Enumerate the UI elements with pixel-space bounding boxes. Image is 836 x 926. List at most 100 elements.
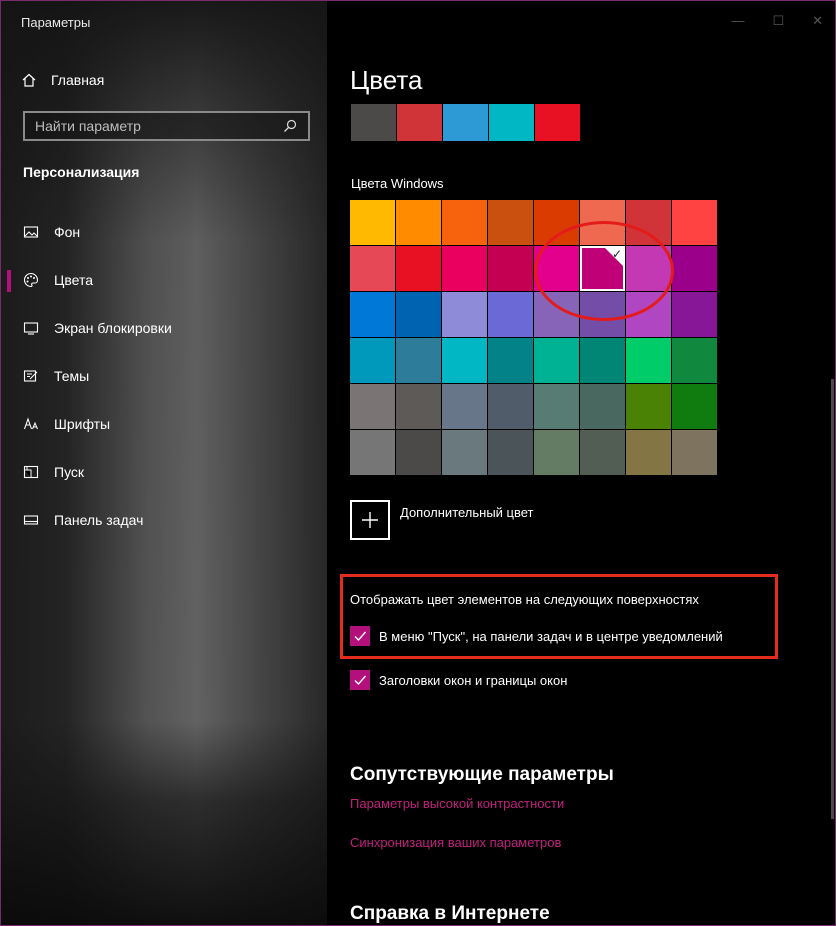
color-swatch[interactable] bbox=[396, 338, 441, 383]
color-swatch[interactable] bbox=[350, 246, 395, 291]
checkbox-titlebars[interactable]: Заголовки окон и границы окон bbox=[350, 670, 567, 690]
plus-icon[interactable] bbox=[350, 500, 390, 540]
close-icon[interactable]: ✕ bbox=[812, 13, 823, 29]
color-swatch[interactable] bbox=[442, 430, 487, 475]
color-swatch[interactable] bbox=[488, 246, 533, 291]
color-swatch[interactable] bbox=[350, 338, 395, 383]
color-swatch[interactable] bbox=[488, 430, 533, 475]
color-swatch[interactable] bbox=[396, 200, 441, 245]
search-icon[interactable] bbox=[282, 118, 298, 134]
fonts-icon bbox=[23, 416, 39, 432]
related-settings-title: Сопутствующие параметры bbox=[350, 764, 614, 785]
checkbox-start-taskbar[interactable]: В меню "Пуск", на панели задач и в центр… bbox=[350, 626, 723, 646]
color-swatch[interactable] bbox=[626, 200, 671, 245]
color-swatch[interactable] bbox=[672, 292, 717, 337]
image-icon bbox=[23, 224, 39, 240]
color-swatch[interactable] bbox=[396, 246, 441, 291]
nav-home[interactable]: Главная bbox=[21, 67, 104, 93]
color-swatch[interactable] bbox=[580, 384, 625, 429]
maximize-icon[interactable]: ☐ bbox=[772, 13, 784, 29]
color-swatch[interactable] bbox=[396, 292, 441, 337]
color-swatch[interactable] bbox=[672, 338, 717, 383]
color-swatch[interactable] bbox=[672, 430, 717, 475]
color-swatch[interactable] bbox=[442, 200, 487, 245]
sidebar-item-label: Фон bbox=[54, 224, 81, 240]
color-swatch[interactable] bbox=[442, 246, 487, 291]
color-swatch[interactable] bbox=[626, 292, 671, 337]
checkbox-start-taskbar-label: В меню "Пуск", на панели задач и в центр… bbox=[379, 628, 723, 644]
color-swatch[interactable] bbox=[350, 292, 395, 337]
checkbox-start-taskbar-box[interactable] bbox=[350, 626, 370, 646]
sidebar-item-themes[interactable]: Темы bbox=[1, 352, 327, 400]
sidebar-item-taskbar[interactable]: Панель задач bbox=[1, 496, 327, 544]
high-contrast-link[interactable]: Параметры высокой контрастности bbox=[350, 796, 564, 811]
sidebar-item-colors[interactable]: Цвета bbox=[1, 256, 327, 304]
color-swatch[interactable] bbox=[488, 200, 533, 245]
checkbox-titlebars-box[interactable] bbox=[350, 670, 370, 690]
color-swatch[interactable] bbox=[350, 430, 395, 475]
recent-color-swatch[interactable] bbox=[443, 104, 488, 141]
color-swatch[interactable] bbox=[580, 292, 625, 337]
color-swatch[interactable] bbox=[580, 338, 625, 383]
content-pane: — ☐ ✕ Цвета Цвета Windows ✓ Дополнительн… bbox=[327, 1, 835, 925]
color-swatch[interactable] bbox=[442, 384, 487, 429]
sidebar-item-label: Шрифты bbox=[54, 416, 111, 432]
color-swatch[interactable] bbox=[626, 338, 671, 383]
palette-icon bbox=[23, 272, 39, 288]
page-title: Цвета bbox=[350, 65, 423, 95]
color-swatch[interactable] bbox=[396, 384, 441, 429]
color-swatch[interactable] bbox=[488, 384, 533, 429]
taskbar-icon bbox=[23, 512, 39, 528]
sidebar-item-label: Панель задач bbox=[54, 512, 144, 528]
sync-settings-link[interactable]: Синхронизация ваших параметров bbox=[350, 835, 561, 850]
color-swatch[interactable] bbox=[442, 292, 487, 337]
scrollbar[interactable] bbox=[831, 379, 834, 819]
color-swatch[interactable] bbox=[672, 246, 717, 291]
nav-home-label: Главная bbox=[51, 72, 105, 88]
color-swatch-selected[interactable]: ✓ bbox=[580, 246, 625, 291]
minimize-icon[interactable]: — bbox=[731, 13, 744, 29]
recent-color-swatch[interactable] bbox=[397, 104, 442, 141]
color-swatch[interactable] bbox=[534, 384, 579, 429]
window-controls: — ☐ ✕ bbox=[731, 13, 823, 29]
search-box[interactable] bbox=[23, 111, 310, 141]
color-swatch[interactable] bbox=[580, 200, 625, 245]
help-title: Справка в Интернете bbox=[350, 903, 550, 924]
start-icon bbox=[23, 464, 39, 480]
color-swatch[interactable] bbox=[672, 384, 717, 429]
color-swatch[interactable] bbox=[488, 338, 533, 383]
custom-color-label: Дополнительный цвет bbox=[400, 505, 534, 520]
color-swatch[interactable] bbox=[488, 292, 533, 337]
color-swatch[interactable] bbox=[350, 384, 395, 429]
color-swatch[interactable] bbox=[626, 384, 671, 429]
recent-colors bbox=[351, 104, 580, 141]
recent-color-swatch[interactable] bbox=[489, 104, 534, 141]
color-swatch[interactable] bbox=[626, 246, 671, 291]
sidebar-item-lock-screen[interactable]: Экран блокировки bbox=[1, 304, 327, 352]
sidebar: Параметры Главная Персонализация Фон bbox=[1, 1, 327, 925]
sidebar-item-fonts[interactable]: Шрифты bbox=[1, 400, 327, 448]
sidebar-item-start[interactable]: Пуск bbox=[1, 448, 327, 496]
recent-color-swatch[interactable] bbox=[351, 104, 396, 141]
color-swatch[interactable] bbox=[580, 430, 625, 475]
color-swatch[interactable] bbox=[534, 338, 579, 383]
color-swatch[interactable] bbox=[534, 246, 579, 291]
nav-list: Фон Цвета Экран блокировки Темы Шрифты П… bbox=[1, 208, 327, 544]
color-swatch[interactable] bbox=[350, 200, 395, 245]
color-swatch[interactable] bbox=[396, 430, 441, 475]
color-swatch[interactable] bbox=[626, 430, 671, 475]
checkbox-titlebars-label: Заголовки окон и границы окон bbox=[379, 672, 568, 688]
color-swatch[interactable] bbox=[442, 338, 487, 383]
annotation-rectangle bbox=[340, 574, 778, 659]
color-swatch[interactable] bbox=[534, 292, 579, 337]
color-swatch[interactable] bbox=[534, 200, 579, 245]
search-input[interactable] bbox=[35, 118, 275, 134]
custom-color-button[interactable]: Дополнительный цвет bbox=[350, 500, 534, 540]
sidebar-item-background[interactable]: Фон bbox=[1, 208, 327, 256]
color-swatch[interactable] bbox=[672, 200, 717, 245]
home-icon bbox=[21, 72, 37, 88]
surfaces-label: Отображать цвет элементов на следующих п… bbox=[350, 592, 699, 607]
color-swatch[interactable] bbox=[534, 430, 579, 475]
themes-icon bbox=[23, 368, 39, 384]
recent-color-swatch[interactable] bbox=[535, 104, 580, 141]
